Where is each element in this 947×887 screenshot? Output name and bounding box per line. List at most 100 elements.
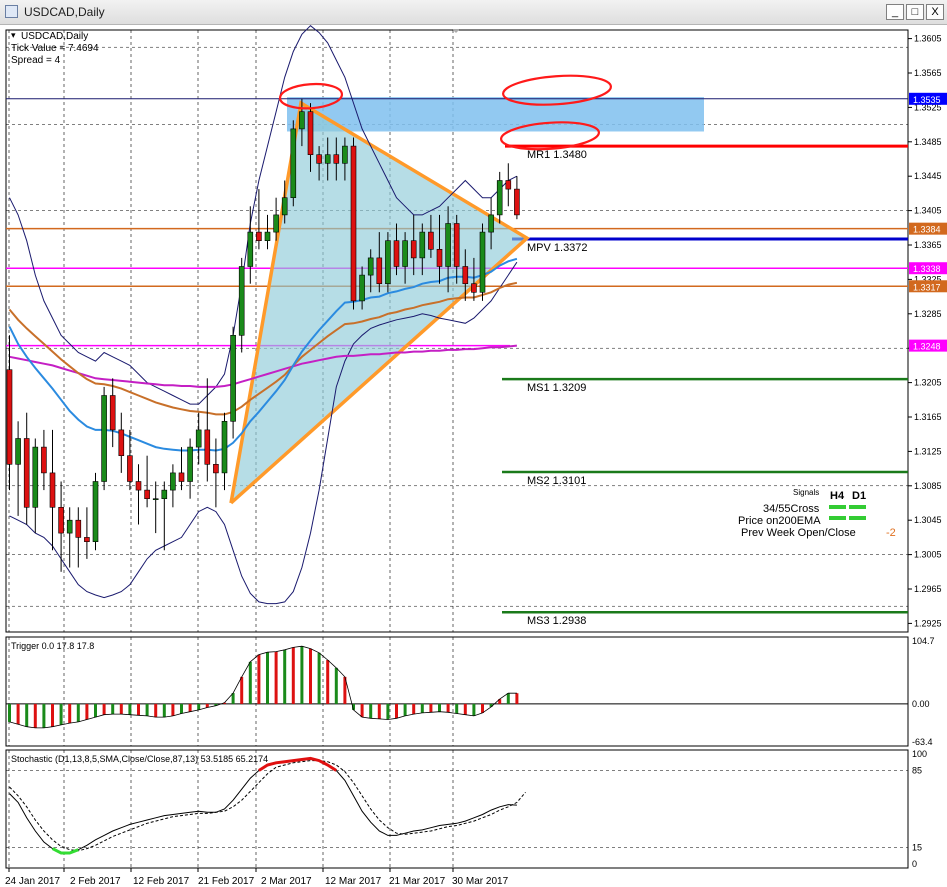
pivot-label-mr1: MR1 1.3480 xyxy=(527,149,587,161)
candle-body xyxy=(195,429,202,448)
price-tag-label: 1.3384 xyxy=(913,225,941,235)
candle-body xyxy=(281,197,288,216)
candle-body xyxy=(479,231,486,293)
date-axis-label: 2 Mar 2017 xyxy=(261,876,312,887)
candle-body xyxy=(264,231,271,242)
info-symbol: USDCAD,Daily xyxy=(21,31,88,42)
candle-body xyxy=(316,154,322,164)
signals-prev-week-value: -2 xyxy=(886,527,896,539)
pivot-label-mpv: MPV 1.3372 xyxy=(527,242,588,254)
price-axis-label: 1.3285 xyxy=(914,309,942,319)
price-axis-label: 1.3125 xyxy=(914,446,942,456)
date-axis-label: 21 Feb 2017 xyxy=(198,876,255,887)
candle-body xyxy=(75,519,82,538)
candle-body xyxy=(152,498,159,501)
price-tag-label: 1.3535 xyxy=(913,95,941,105)
candle-body xyxy=(6,369,13,465)
candle-body xyxy=(428,231,434,250)
candle-body xyxy=(101,395,107,482)
candle-body xyxy=(247,231,254,267)
signals-row-ema200: Price on200EMA xyxy=(738,515,821,527)
window-titlebar: USDCAD,Daily _ □ X xyxy=(0,0,947,25)
candle-body xyxy=(161,489,168,500)
info-collapse-icon: ▾ xyxy=(11,30,16,40)
date-axis-label: 12 Mar 2017 xyxy=(325,876,382,887)
candle-body xyxy=(505,180,512,190)
candle-body xyxy=(324,154,331,164)
stochastic-axis-label: 15 xyxy=(912,843,922,853)
price-axis-label: 1.3085 xyxy=(914,481,942,491)
price-axis-label: 1.3485 xyxy=(914,137,942,147)
candle-body xyxy=(453,223,460,267)
stochastic-axis-label: 100 xyxy=(912,749,927,759)
resistance-zone-box xyxy=(287,97,704,132)
pivot-label-ms1: MS1 1.3209 xyxy=(527,382,586,394)
candle-body xyxy=(333,154,340,164)
candle-body xyxy=(299,111,305,130)
minimize-button[interactable]: _ xyxy=(886,4,904,20)
candle-body xyxy=(496,180,503,216)
candle-body xyxy=(290,128,297,199)
candle-body xyxy=(436,249,443,267)
date-axis-label: 12 Feb 2017 xyxy=(133,876,190,887)
candle-body xyxy=(187,446,193,482)
candle-body xyxy=(419,231,426,259)
maximize-button[interactable]: □ xyxy=(906,4,924,20)
candle-body xyxy=(23,438,30,508)
date-axis-label: 24 Jan 2017 xyxy=(5,876,60,887)
candle-body xyxy=(170,472,176,491)
price-axis-label: 1.3405 xyxy=(914,206,942,216)
candle-body xyxy=(58,506,64,534)
candle-body xyxy=(359,274,365,302)
candle-body xyxy=(488,214,494,233)
price-axis-label: 1.3165 xyxy=(914,412,942,422)
date-axis-label: 30 Mar 2017 xyxy=(452,876,509,887)
candle-body xyxy=(66,519,73,534)
trigger-panel xyxy=(5,636,909,747)
candle-body xyxy=(178,472,185,482)
candle-body xyxy=(462,266,469,285)
candle-body xyxy=(127,455,133,482)
candle-body xyxy=(49,472,56,508)
candle-body xyxy=(514,188,520,216)
candle-body xyxy=(92,481,99,543)
stochastic-panel xyxy=(5,749,909,869)
price-axis-label: 1.3005 xyxy=(914,550,942,560)
signals-header: Signals xyxy=(793,488,819,497)
candle-body xyxy=(84,537,90,543)
price-axis-label: 1.2925 xyxy=(914,618,942,628)
candle-body xyxy=(367,257,374,276)
candle-body xyxy=(118,429,125,456)
date-axis-label: 2 Feb 2017 xyxy=(70,876,121,887)
stochastic-axis-label: 0 xyxy=(912,859,917,869)
info-spread: Spread = 4 xyxy=(11,55,61,66)
trigger-axis-label: 104.7 xyxy=(912,636,935,646)
stochastic-axis-label: 85 xyxy=(912,766,922,776)
candle-body xyxy=(393,240,400,267)
signals-row-prev-week: Prev Week Open/Close xyxy=(741,527,856,539)
price-axis-label: 1.3445 xyxy=(914,171,942,181)
candle-body xyxy=(15,438,21,465)
candle-body xyxy=(213,463,219,474)
info-tick-value: Tick Value = 7.4694 xyxy=(11,43,99,54)
candle-body xyxy=(204,429,211,465)
price-tag-label: 1.3317 xyxy=(913,282,941,292)
price-tag-label: 1.3248 xyxy=(913,342,941,352)
candle-body xyxy=(221,420,228,474)
signals-col-d1: D1 xyxy=(852,490,866,502)
price-axis-label: 1.3565 xyxy=(914,68,942,78)
chart-window-icon xyxy=(5,5,18,18)
close-button[interactable]: X xyxy=(926,4,944,20)
candle-body xyxy=(135,481,142,491)
price-axis-label: 1.3205 xyxy=(914,378,942,388)
signals-row-crossover: 34/55Cross xyxy=(763,503,820,515)
candle-body xyxy=(402,240,408,267)
candle-body xyxy=(109,395,116,431)
candle-body xyxy=(445,223,451,267)
signals-col-h4: H4 xyxy=(830,490,845,502)
trigger-label: Trigger 0.0 17.8 17.8 xyxy=(11,641,94,651)
stochastic-label: Stochastic (D1,13,8,5,SMA,Close/Close,87… xyxy=(11,754,268,764)
chart-canvas[interactable]: 1.36051.35651.35251.34851.34451.34051.33… xyxy=(0,24,947,887)
price-axis-label: 1.2965 xyxy=(914,584,942,594)
candle-body xyxy=(376,257,383,284)
